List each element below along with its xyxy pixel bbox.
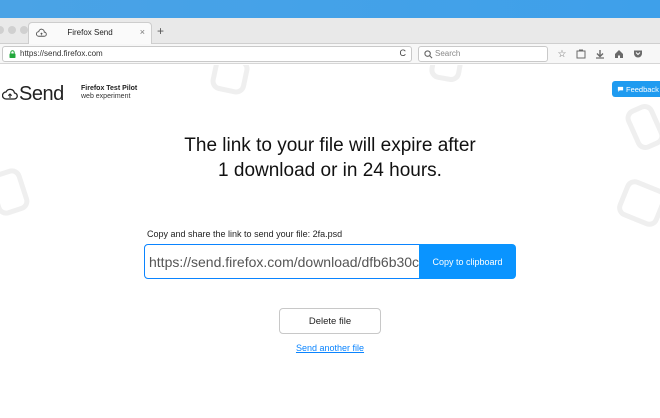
reload-icon[interactable]: C (400, 48, 407, 58)
window-top-band (0, 0, 660, 18)
tab-title: Firefox Send (67, 28, 113, 37)
new-tab-button[interactable]: + (157, 24, 164, 38)
window-control-zoom[interactable] (20, 26, 28, 34)
url-text: https://send.firefox.com (20, 49, 103, 58)
feedback-label: Feedback (626, 84, 659, 94)
decorative-file-shape (614, 176, 660, 230)
download-icon[interactable] (593, 47, 607, 61)
window-controls (0, 26, 28, 34)
bookmark-star-icon[interactable]: ☆ (555, 47, 569, 61)
copy-to-clipboard-button[interactable]: Copy to clipboard (419, 244, 516, 279)
headline-line-1: The link to your file will expire after (184, 135, 476, 156)
delete-file-button[interactable]: Delete file (279, 308, 381, 334)
tab-close-icon[interactable]: × (140, 27, 145, 37)
expiry-headline: The link to your file will expire after … (0, 133, 660, 183)
search-icon (424, 50, 433, 59)
feedback-button[interactable]: Feedback (612, 81, 660, 97)
test-pilot-subtitle: web experiment (81, 93, 131, 100)
share-link-field[interactable]: https://send.firefox.com/download/dfb6b3… (144, 244, 420, 279)
decorative-file-shape (427, 65, 465, 84)
send-another-file-link[interactable]: Send another file (0, 343, 660, 353)
home-icon[interactable] (612, 47, 626, 61)
send-logo[interactable]: Send (2, 83, 64, 106)
navigation-bar: https://send.firefox.com C Search ☆ (0, 44, 660, 64)
search-bar[interactable]: Search (418, 46, 548, 62)
toolbar-icons: ☆ (555, 47, 645, 61)
url-bar[interactable]: https://send.firefox.com C (2, 46, 412, 62)
window-control-minimize[interactable] (8, 26, 16, 34)
chat-bubble-icon (617, 86, 624, 92)
send-cloud-icon (2, 88, 18, 100)
window-control-close[interactable] (0, 26, 4, 34)
secure-lock-icon (9, 50, 16, 58)
test-pilot-title: Firefox Test Pilot (81, 85, 138, 92)
test-pilot-badge[interactable]: Firefox Test Pilot web experiment (81, 85, 137, 100)
share-instructions: Copy and share the link to send your fil… (147, 229, 343, 239)
tab-firefox-send[interactable]: Firefox Send × (28, 22, 152, 44)
reading-list-icon[interactable] (574, 47, 588, 61)
decorative-file-shape (208, 65, 252, 97)
share-link-value: https://send.firefox.com/download/dfb6b3… (149, 254, 420, 270)
logo-text: Send (19, 83, 64, 105)
pocket-icon[interactable] (631, 47, 645, 61)
headline-line-2: 1 download or in 24 hours. (218, 160, 442, 181)
search-placeholder: Search (435, 49, 461, 58)
tab-strip: Firefox Send × + (0, 18, 660, 44)
page-content: Send Firefox Test Pilot web experiment F… (0, 65, 660, 418)
